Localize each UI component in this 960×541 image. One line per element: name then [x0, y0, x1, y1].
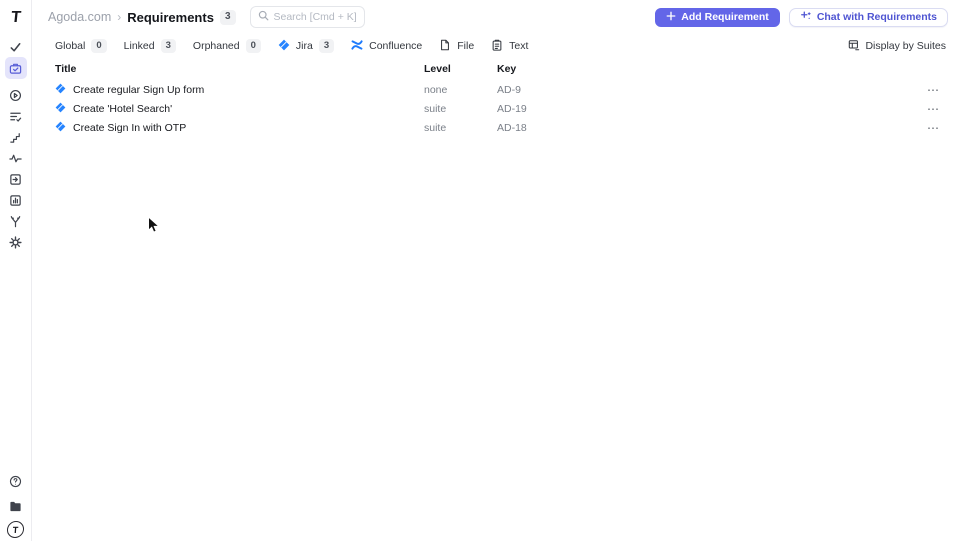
steps-icon: [9, 131, 22, 144]
breadcrumb-separator: ›: [117, 10, 122, 24]
jira-icon: [278, 39, 290, 54]
settings-gear-icon: [9, 235, 22, 249]
reports-icon: [9, 194, 22, 207]
activity-icon: [9, 152, 22, 165]
add-requirement-label: Add Requirement: [681, 11, 769, 23]
main-content: Agoda.com › Requirements 3 Add Requireme…: [32, 0, 960, 541]
requirements-table: Title Level Key Create regular Sign Up f…: [32, 60, 960, 137]
sidebar-item-steps[interactable]: [5, 126, 27, 148]
column-header-title[interactable]: Title: [55, 63, 424, 75]
requirement-title[interactable]: Create regular Sign Up form: [73, 84, 204, 96]
add-requirement-button[interactable]: Add Requirement: [655, 7, 780, 27]
sidebar-footer: T: [5, 470, 27, 538]
table-row[interactable]: Create 'Hotel Search' suite AD-19 ⋯: [32, 99, 960, 118]
filter-tab-orphaned-count: 0: [245, 39, 261, 53]
filter-tab-confluence-label: Confluence: [369, 40, 423, 52]
app-logo[interactable]: T: [10, 8, 22, 28]
row-menu-button[interactable]: ⋯: [910, 122, 940, 134]
plus-icon: [666, 11, 676, 24]
chat-with-requirements-button[interactable]: Chat with Requirements: [788, 7, 948, 27]
requirements-icon: [9, 62, 22, 75]
filter-tab-jira-count: 3: [318, 39, 335, 53]
filter-tab-text-label: Text: [509, 40, 529, 52]
row-menu-button[interactable]: ⋯: [910, 84, 940, 96]
sidebar-item-tests[interactable]: [5, 36, 27, 58]
ai-sparkle-icon: [800, 10, 812, 25]
top-actions: Add Requirement Chat with Requirements: [655, 7, 948, 27]
sidebar-item-reports[interactable]: [5, 189, 27, 211]
breadcrumb: Agoda.com › Requirements 3: [48, 9, 236, 25]
sidebar-item-runs[interactable]: [5, 84, 27, 106]
sidebar-nav: [4, 36, 27, 253]
confluence-icon: [351, 39, 363, 54]
jira-icon: [55, 102, 66, 116]
jira-icon: [55, 121, 66, 135]
filter-tab-global-label: Global: [55, 39, 86, 52]
requirement-key: AD-18: [497, 121, 527, 134]
jira-icon: [55, 83, 66, 97]
display-by-suites-label: Display by Suites: [865, 40, 946, 52]
left-sidebar: T T: [0, 0, 32, 541]
page-title: Requirements: [127, 9, 214, 25]
display-by-suites-toggle[interactable]: Display by Suites: [848, 39, 946, 54]
user-avatar[interactable]: T: [6, 521, 25, 538]
filter-tab-jira-label: Jira: [295, 40, 313, 52]
requirement-level: suite: [424, 102, 447, 115]
table-row[interactable]: Create regular Sign Up form none AD-9 ⋯: [32, 80, 960, 99]
requirement-level: suite: [424, 121, 447, 134]
filter-tab-confluence[interactable]: Confluence: [351, 39, 422, 54]
requirement-title[interactable]: Create Sign In with OTP: [73, 122, 186, 134]
requirement-title[interactable]: Create 'Hotel Search': [73, 103, 172, 115]
filter-tab-orphaned[interactable]: Orphaned 0: [192, 39, 261, 53]
filter-tab-linked[interactable]: Linked 3: [123, 39, 176, 53]
help-icon: [9, 475, 22, 488]
search-icon: [258, 8, 269, 26]
sidebar-item-requirements[interactable]: [4, 57, 27, 79]
check-icon: [9, 41, 22, 54]
filter-tab-linked-label: Linked: [123, 39, 155, 52]
display-layout-icon: [848, 39, 860, 54]
column-header-key[interactable]: Key: [497, 63, 910, 75]
branch-icon: [9, 215, 22, 228]
clipboard-icon: [491, 39, 503, 54]
top-bar: Agoda.com › Requirements 3 Add Requireme…: [32, 0, 960, 34]
chat-with-requirements-label: Chat with Requirements: [816, 11, 937, 23]
sidebar-item-plans[interactable]: [5, 105, 27, 127]
filter-tab-orphaned-label: Orphaned: [192, 39, 240, 52]
sidebar-item-projects[interactable]: [5, 495, 27, 517]
filter-tab-global-count: 0: [91, 39, 107, 53]
filter-tab-file-label: File: [457, 40, 475, 52]
sidebar-item-settings[interactable]: [5, 231, 27, 253]
filter-tab-global[interactable]: Global 0: [55, 39, 107, 53]
play-circle-icon: [9, 89, 22, 102]
row-menu-button[interactable]: ⋯: [910, 103, 940, 115]
column-header-level[interactable]: Level: [424, 63, 497, 75]
requirement-key: AD-19: [497, 102, 527, 115]
import-icon: [9, 173, 22, 186]
filter-tab-text[interactable]: Text: [491, 39, 528, 54]
global-search[interactable]: [249, 6, 365, 28]
file-icon: [439, 39, 451, 54]
filter-bar: Global 0 Linked 3 Orphaned 0 Jira 3 Conf…: [32, 34, 960, 58]
search-input[interactable]: [273, 11, 357, 23]
sidebar-item-activity[interactable]: [5, 147, 27, 169]
breadcrumb-project[interactable]: Agoda.com: [48, 10, 111, 24]
filter-tab-linked-count: 3: [160, 39, 176, 53]
sidebar-item-import[interactable]: [5, 168, 27, 190]
requirement-key: AD-9: [497, 83, 521, 96]
table-header: Title Level Key: [32, 60, 960, 78]
table-row[interactable]: Create Sign In with OTP suite AD-18 ⋯: [32, 118, 960, 137]
requirement-level: none: [424, 83, 448, 96]
sidebar-item-integrations[interactable]: [5, 210, 27, 232]
folder-icon: [9, 500, 22, 513]
checklist-icon: [9, 110, 22, 123]
sidebar-item-help[interactable]: [5, 470, 27, 492]
filter-tab-jira[interactable]: Jira 3: [278, 39, 335, 54]
filter-tab-file[interactable]: File: [439, 39, 474, 54]
requirements-count-badge: 3: [219, 9, 236, 25]
